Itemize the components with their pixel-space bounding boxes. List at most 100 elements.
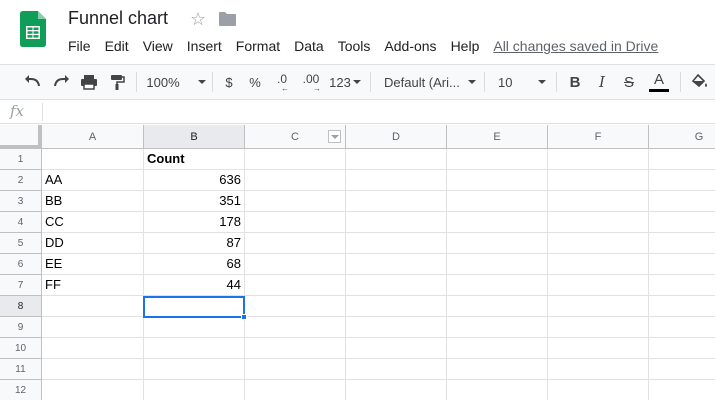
more-formats-button[interactable]: 123 [328,65,362,99]
cell-c6[interactable] [245,254,346,275]
cell-c3[interactable] [245,191,346,212]
redo-button[interactable] [50,65,72,99]
decrease-decimal-button[interactable]: .0 ← [271,65,293,99]
cell-e7[interactable] [447,275,548,296]
cell-e12[interactable] [447,380,548,400]
cell-b12[interactable] [144,380,245,400]
bold-button[interactable]: B [566,65,584,99]
row-header-6[interactable]: 6 [0,254,42,275]
percent-format-button[interactable]: % [246,65,264,99]
cell-c4[interactable] [245,212,346,233]
cell-b5[interactable]: 87 [144,233,245,254]
cell-c12[interactable] [245,380,346,400]
cell-e5[interactable] [447,233,548,254]
cell-b8[interactable] [144,296,245,317]
column-header-f[interactable]: F [548,125,649,149]
cell-g11[interactable] [649,359,715,380]
cell-b3[interactable]: 351 [144,191,245,212]
increase-decimal-button[interactable]: .00 → [298,65,324,99]
cell-b6[interactable]: 68 [144,254,245,275]
cell-d7[interactable] [346,275,447,296]
cell-g8[interactable] [649,296,715,317]
cell-b11[interactable] [144,359,245,380]
currency-format-button[interactable]: $ [220,65,238,99]
cell-d2[interactable] [346,170,447,191]
cell-a12[interactable] [42,380,144,400]
cell-d9[interactable] [346,317,447,338]
row-header-2[interactable]: 2 [0,170,42,191]
row-header-10[interactable]: 10 [0,338,42,359]
italic-button[interactable]: I [593,65,611,99]
cell-e9[interactable] [447,317,548,338]
column-header-a[interactable]: A [42,125,144,149]
menu-edit[interactable]: Edit [98,37,136,55]
cell-e6[interactable] [447,254,548,275]
menu-addons[interactable]: Add-ons [377,37,443,55]
cell-c5[interactable] [245,233,346,254]
cell-d3[interactable] [346,191,447,212]
cell-a3[interactable]: BB [42,191,144,212]
row-header-5[interactable]: 5 [0,233,42,254]
column-header-e[interactable]: E [447,125,548,149]
cell-f1[interactable] [548,149,649,170]
cell-g12[interactable] [649,380,715,400]
cell-a9[interactable] [42,317,144,338]
text-color-button[interactable]: A [648,65,670,99]
cell-d8[interactable] [346,296,447,317]
cell-b9[interactable] [144,317,245,338]
cell-c9[interactable] [245,317,346,338]
cell-e3[interactable] [447,191,548,212]
cell-g3[interactable] [649,191,715,212]
cell-g7[interactable] [649,275,715,296]
column-header-b[interactable]: B [144,125,245,149]
menu-data[interactable]: Data [287,37,331,55]
cell-f3[interactable] [548,191,649,212]
cell-b2[interactable]: 636 [144,170,245,191]
cell-g2[interactable] [649,170,715,191]
cell-c1[interactable] [245,149,346,170]
row-header-8[interactable]: 8 [0,296,42,317]
cell-f8[interactable] [548,296,649,317]
column-header-d[interactable]: D [346,125,447,149]
star-icon[interactable]: ☆ [190,9,206,30]
font-family-select[interactable]: Default (Ari... [384,65,476,99]
strikethrough-button[interactable]: S [620,65,638,99]
cell-g1[interactable] [649,149,715,170]
cell-g9[interactable] [649,317,715,338]
cell-f4[interactable] [548,212,649,233]
cell-a2[interactable]: AA [42,170,144,191]
cell-g10[interactable] [649,338,715,359]
cell-g6[interactable] [649,254,715,275]
cell-c7[interactable] [245,275,346,296]
row-header-7[interactable]: 7 [0,275,42,296]
cell-c8[interactable] [245,296,346,317]
cell-d6[interactable] [346,254,447,275]
cell-b7[interactable]: 44 [144,275,245,296]
document-title[interactable]: Funnel chart [68,8,168,29]
cell-e4[interactable] [447,212,548,233]
cell-g4[interactable] [649,212,715,233]
formula-input[interactable] [50,103,710,121]
cell-f11[interactable] [548,359,649,380]
cell-d10[interactable] [346,338,447,359]
fill-color-button[interactable] [690,65,710,99]
folder-icon[interactable] [219,12,236,26]
row-header-4[interactable]: 4 [0,212,42,233]
cell-c2[interactable] [245,170,346,191]
column-header-g[interactable]: G [649,125,715,149]
row-header-12[interactable]: 12 [0,380,42,400]
cell-f12[interactable] [548,380,649,400]
cell-f9[interactable] [548,317,649,338]
undo-button[interactable] [22,65,44,99]
cell-b1[interactable]: Count [144,149,245,170]
sheets-logo-icon[interactable] [20,11,46,47]
row-header-11[interactable]: 11 [0,359,42,380]
menu-help[interactable]: Help [444,37,487,55]
menu-format[interactable]: Format [229,37,287,55]
cell-a5[interactable]: DD [42,233,144,254]
menu-file[interactable]: File [61,37,98,55]
cell-a4[interactable]: CC [42,212,144,233]
cell-d12[interactable] [346,380,447,400]
cell-b10[interactable] [144,338,245,359]
cell-g5[interactable] [649,233,715,254]
